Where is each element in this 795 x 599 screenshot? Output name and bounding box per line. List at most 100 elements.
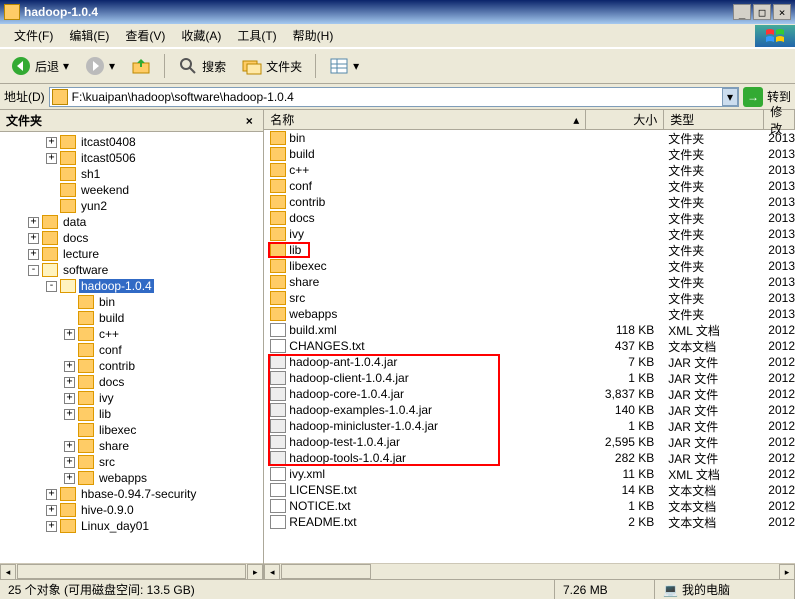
tree-item[interactable]: +contrib (2, 358, 263, 374)
list-item[interactable]: build文件夹2013 (264, 146, 795, 162)
forward-button[interactable]: ▾ (78, 52, 122, 80)
expand-icon[interactable]: + (28, 249, 39, 260)
maximize-button[interactable]: □ (753, 4, 771, 20)
tree-item[interactable]: libexec (2, 422, 263, 438)
tree-item[interactable]: +docs (2, 230, 263, 246)
list-item[interactable]: CHANGES.txt437 KB文本文档2012 (264, 338, 795, 354)
list-item[interactable]: webapps文件夹2013 (264, 306, 795, 322)
list-item[interactable]: LICENSE.txt14 KB文本文档2012 (264, 482, 795, 498)
tree-item[interactable]: +share (2, 438, 263, 454)
scrollbar-horizontal[interactable]: ◂ ▸ (264, 563, 795, 579)
tree-item[interactable]: yun2 (2, 198, 263, 214)
list-item[interactable]: hadoop-core-1.0.4.jar3,837 KBJAR 文件2012 (264, 386, 795, 402)
menu-view[interactable]: 查看(V) (117, 25, 173, 46)
col-modified[interactable]: 修改 (764, 110, 795, 129)
menu-help[interactable]: 帮助(H) (285, 25, 342, 46)
tree-item[interactable]: +ivy (2, 390, 263, 406)
file-list[interactable]: bin文件夹2013build文件夹2013c++文件夹2013conf文件夹2… (264, 130, 795, 563)
tree-item[interactable]: build (2, 310, 263, 326)
list-item[interactable]: NOTICE.txt1 KB文本文档2012 (264, 498, 795, 514)
folders-button[interactable]: 文件夹 (235, 52, 309, 80)
scroll-thumb[interactable] (17, 564, 246, 579)
list-item[interactable]: build.xml118 KBXML 文档2012 (264, 322, 795, 338)
tree-item[interactable]: bin (2, 294, 263, 310)
list-item[interactable]: src文件夹2013 (264, 290, 795, 306)
expand-icon[interactable]: + (64, 361, 75, 372)
scroll-left-button[interactable]: ◂ (264, 564, 280, 580)
tree-item[interactable]: +src (2, 454, 263, 470)
go-button[interactable]: → (743, 87, 763, 107)
address-input[interactable] (49, 87, 739, 107)
col-name[interactable]: 名称▴ (264, 110, 586, 129)
expand-icon[interactable]: + (64, 329, 75, 340)
list-item[interactable]: docs文件夹2013 (264, 210, 795, 226)
address-dropdown[interactable]: ▾ (722, 88, 738, 106)
expand-icon[interactable]: + (46, 137, 57, 148)
list-item[interactable]: conf文件夹2013 (264, 178, 795, 194)
list-item[interactable]: hadoop-test-1.0.4.jar2,595 KBJAR 文件2012 (264, 434, 795, 450)
tree-item[interactable]: +hive-0.9.0 (2, 502, 263, 518)
menu-edit[interactable]: 编辑(E) (61, 25, 117, 46)
tree-item[interactable]: +itcast0506 (2, 150, 263, 166)
menu-file[interactable]: 文件(F) (6, 25, 61, 46)
scrollbar-horizontal[interactable]: ◂ ▸ (0, 563, 263, 579)
expand-icon[interactable]: + (64, 393, 75, 404)
back-button[interactable]: 后退 ▾ (4, 52, 76, 80)
expand-icon[interactable]: + (46, 505, 57, 516)
list-item[interactable]: hadoop-client-1.0.4.jar1 KBJAR 文件2012 (264, 370, 795, 386)
expand-icon[interactable]: + (64, 377, 75, 388)
scroll-right-button[interactable]: ▸ (779, 564, 795, 580)
scroll-right-button[interactable]: ▸ (247, 564, 263, 580)
list-item[interactable]: README.txt2 KB文本文档2012 (264, 514, 795, 530)
up-button[interactable] (124, 52, 158, 80)
menu-favorites[interactable]: 收藏(A) (173, 25, 229, 46)
col-size[interactable]: 大小 (586, 110, 664, 129)
list-item[interactable]: bin文件夹2013 (264, 130, 795, 146)
tree-item[interactable]: +webapps (2, 470, 263, 486)
tree-item[interactable]: -software (2, 262, 263, 278)
collapse-icon[interactable]: - (46, 281, 57, 292)
tree-item[interactable]: +hbase-0.94.7-security (2, 486, 263, 502)
list-item[interactable]: hadoop-tools-1.0.4.jar282 KBJAR 文件2012 (264, 450, 795, 466)
expand-icon[interactable]: + (46, 153, 57, 164)
tree-item[interactable]: +data (2, 214, 263, 230)
expand-icon[interactable]: + (64, 409, 75, 420)
close-pane-button[interactable]: × (241, 113, 257, 129)
list-item[interactable]: c++文件夹2013 (264, 162, 795, 178)
close-button[interactable]: × (773, 4, 791, 20)
list-item[interactable]: hadoop-ant-1.0.4.jar7 KBJAR 文件2012 (264, 354, 795, 370)
scroll-left-button[interactable]: ◂ (0, 564, 16, 580)
tree-item[interactable]: -hadoop-1.0.4 (2, 278, 263, 294)
tree-item[interactable]: sh1 (2, 166, 263, 182)
list-item[interactable]: lib文件夹2013 (264, 242, 795, 258)
folder-tree[interactable]: +itcast0408+itcast0506sh1weekendyun2+dat… (0, 132, 263, 563)
minimize-button[interactable]: _ (733, 4, 751, 20)
tree-item[interactable]: +lecture (2, 246, 263, 262)
list-item[interactable]: contrib文件夹2013 (264, 194, 795, 210)
tree-item[interactable]: weekend (2, 182, 263, 198)
tree-item[interactable]: +lib (2, 406, 263, 422)
expand-icon[interactable]: + (46, 521, 57, 532)
tree-item[interactable]: +docs (2, 374, 263, 390)
tree-item[interactable]: +Linux_day01 (2, 518, 263, 534)
list-item[interactable]: ivy文件夹2013 (264, 226, 795, 242)
search-button[interactable]: 搜索 (171, 52, 233, 80)
menu-tools[interactable]: 工具(T) (229, 25, 284, 46)
list-item[interactable]: libexec文件夹2013 (264, 258, 795, 274)
expand-icon[interactable]: + (46, 489, 57, 500)
list-item[interactable]: hadoop-examples-1.0.4.jar140 KBJAR 文件201… (264, 402, 795, 418)
expand-icon[interactable]: + (64, 441, 75, 452)
expand-icon[interactable]: + (64, 473, 75, 484)
collapse-icon[interactable]: - (28, 265, 39, 276)
tree-item[interactable]: +itcast0408 (2, 134, 263, 150)
tree-item[interactable]: conf (2, 342, 263, 358)
expand-icon[interactable]: + (28, 233, 39, 244)
tree-item[interactable]: +c++ (2, 326, 263, 342)
expand-icon[interactable]: + (28, 217, 39, 228)
list-item[interactable]: share文件夹2013 (264, 274, 795, 290)
expand-icon[interactable]: + (64, 457, 75, 468)
list-item[interactable]: ivy.xml11 KBXML 文档2012 (264, 466, 795, 482)
col-type[interactable]: 类型 (664, 110, 764, 129)
scroll-thumb[interactable] (281, 564, 371, 579)
list-item[interactable]: hadoop-minicluster-1.0.4.jar1 KBJAR 文件20… (264, 418, 795, 434)
